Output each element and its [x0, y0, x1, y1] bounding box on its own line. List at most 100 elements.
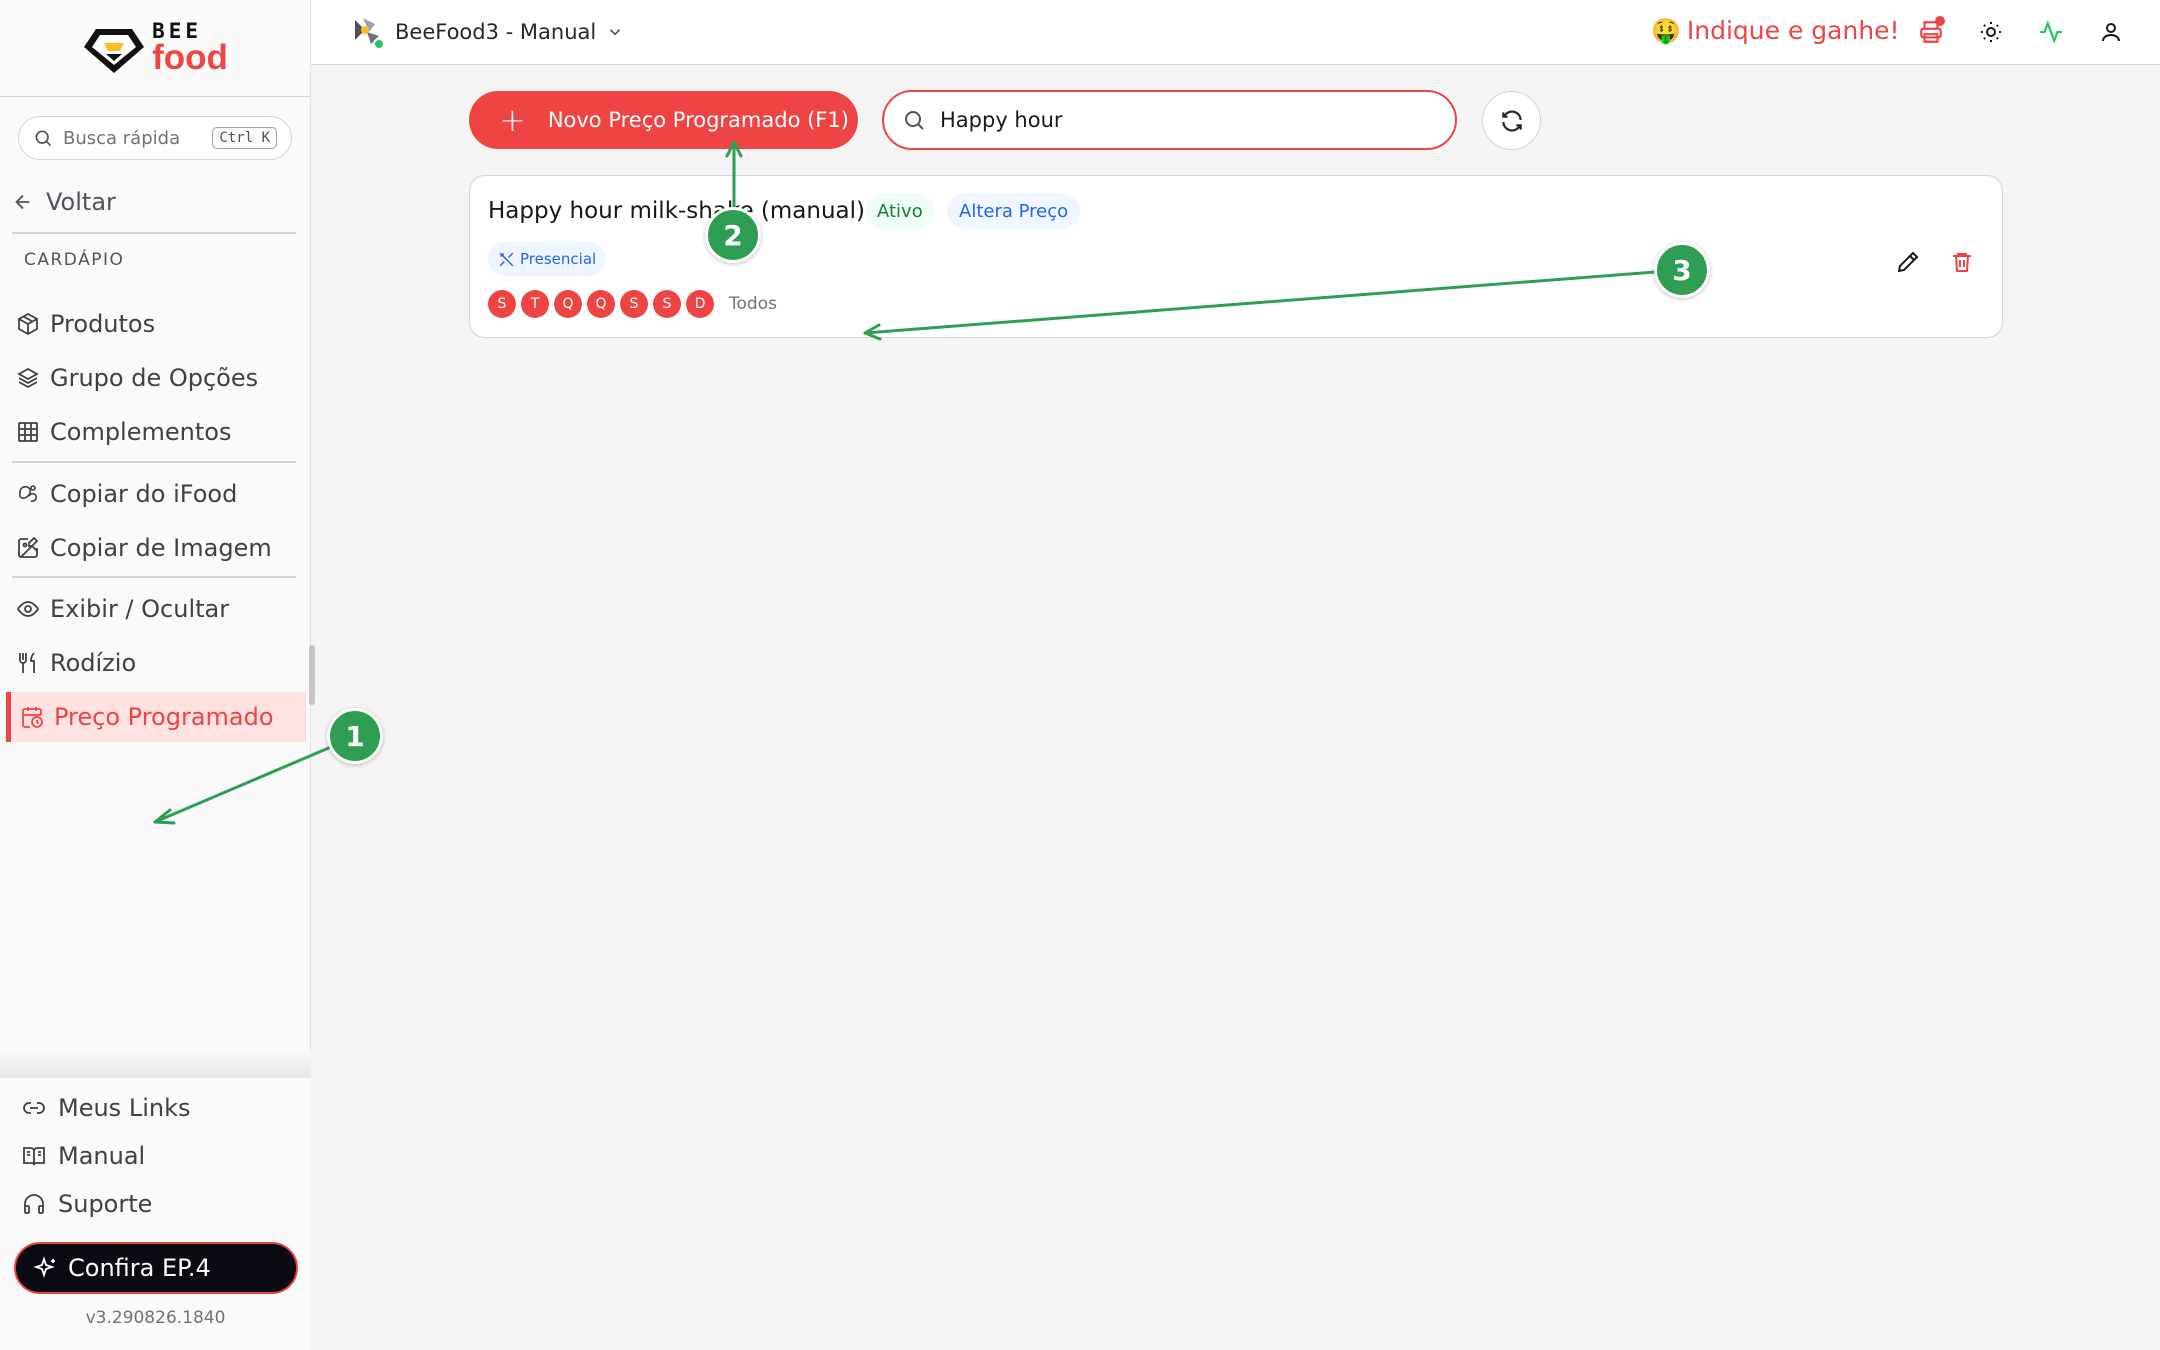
sidebar-item-label: Rodízio	[50, 649, 137, 677]
search-bar[interactable]	[882, 90, 1457, 150]
ifood-icon	[19, 485, 37, 502]
sidebar-item-rodizio[interactable]: Rodízio	[6, 638, 306, 688]
sidebar-item-manual[interactable]: Manual	[22, 1142, 145, 1170]
weekday-chip: S	[653, 290, 681, 318]
sidebar-item-complementos[interactable]: Complementos	[6, 407, 306, 457]
sidebar-item-preco-programado[interactable]: Preço Programado	[6, 692, 306, 742]
eye-icon	[16, 601, 40, 617]
weekday-chip: S	[488, 290, 516, 318]
user-button[interactable]	[2095, 16, 2127, 48]
arrow-left-icon	[15, 194, 30, 210]
referral-label: Indique e ganhe!	[1686, 16, 1900, 45]
sidebar-item-grupo-opcoes[interactable]: Grupo de Opções	[6, 353, 306, 403]
channel-tag: Presencial	[488, 242, 607, 276]
quick-search[interactable]: Busca rápida Ctrl K	[18, 116, 292, 160]
bee-logo-icon	[84, 29, 145, 73]
sidebar-scrollbar[interactable]	[309, 645, 315, 705]
new-button-label: Novo Preço Programado (F1)	[547, 108, 849, 132]
sidebar-item-label: Manual	[58, 1142, 146, 1170]
bottom-fade	[0, 1050, 311, 1080]
shortcut-badge: Ctrl K	[212, 127, 277, 149]
promo-button-label: Confira EP.4	[68, 1254, 211, 1282]
beefood-logo[interactable]: BEE food	[82, 21, 228, 75]
store-avatar	[349, 14, 385, 50]
sidebar-item-meus-links[interactable]: Meus Links	[22, 1094, 190, 1122]
printer-button[interactable]	[1915, 16, 1947, 48]
sidebar-item-label: Copiar do iFood	[50, 480, 238, 508]
search-input[interactable]	[940, 108, 1420, 132]
divider	[12, 461, 296, 463]
sidebar-item-produtos[interactable]: Produtos	[6, 299, 306, 349]
sidebar-item-label: Meus Links	[58, 1094, 191, 1122]
type-badge: Altera Preço	[947, 193, 1081, 229]
sidebar-item-label: Produtos	[50, 310, 156, 338]
user-icon	[2102, 23, 2120, 42]
weekday-chip: Q	[587, 290, 615, 318]
section-label: CARDÁPIO	[24, 250, 125, 270]
plus-icon: +	[499, 101, 526, 139]
back-label: Voltar	[46, 188, 116, 216]
sidebar-item-label: Preço Programado	[54, 703, 274, 731]
edit-button[interactable]	[1890, 244, 1926, 280]
image-edit-icon	[18, 536, 39, 558]
layers-icon	[17, 367, 39, 389]
sidebar: BEE food Busca rápida Ctrl K Voltar CARD…	[0, 0, 315, 1350]
activity-button[interactable]	[2035, 16, 2067, 48]
topbar: BeeFood3 - Manual 🤑 Indique e ganhe!	[311, 0, 2160, 65]
headset-icon	[24, 1194, 44, 1214]
divider	[12, 232, 296, 234]
sidebar-item-suporte[interactable]: Suporte	[22, 1190, 152, 1218]
weekday-chip: S	[620, 290, 648, 318]
sparkles-icon	[34, 1256, 55, 1278]
card-title: Happy hour milk-shake (manual)	[488, 198, 866, 224]
weekday-chip: D	[686, 290, 714, 318]
sidebar-item-exibir-ocultar[interactable]: Exibir / Ocultar	[6, 584, 306, 634]
quick-search-placeholder: Busca rápida	[63, 127, 181, 149]
days-summary: Todos	[729, 294, 777, 314]
annotation-marker-3: 3	[1654, 242, 1710, 298]
annotation-marker-1: 1	[327, 708, 383, 764]
theme-toggle-button[interactable]	[1975, 16, 2007, 48]
sidebar-item-label: Suporte	[58, 1190, 153, 1218]
sidebar-item-copiar-ifood[interactable]: Copiar do iFood	[6, 469, 306, 519]
back-link[interactable]: Voltar	[12, 188, 116, 216]
referral-link[interactable]: 🤑 Indique e ganhe!	[1651, 16, 1900, 45]
chevron-down-icon	[610, 29, 621, 36]
weekday-chip: T	[521, 290, 549, 318]
store-name: BeeFood3 - Manual	[395, 20, 597, 44]
sidebar-item-copiar-imagem[interactable]: Copiar de Imagem	[6, 523, 306, 573]
sun-icon	[1981, 22, 2001, 42]
weekday-chip: Q	[554, 290, 582, 318]
weekday-list: S T Q Q S S D Todos	[488, 290, 777, 318]
search-icon	[35, 130, 52, 147]
notification-dot	[1935, 16, 1945, 26]
divider	[12, 576, 296, 578]
refresh-button[interactable]	[1482, 91, 1541, 150]
pencil-icon	[1897, 251, 1919, 273]
activity-icon	[2040, 20, 2062, 44]
store-selector[interactable]: BeeFood3 - Manual	[349, 14, 624, 50]
link-icon	[23, 1102, 45, 1114]
utensils-crossed-icon	[499, 252, 514, 266]
version-label: v3.290826.1840	[85, 1308, 226, 1328]
sidebar-item-label: Copiar de Imagem	[50, 534, 272, 562]
book-icon	[23, 1147, 45, 1166]
sidebar-item-label: Complementos	[50, 418, 232, 446]
grid-icon	[18, 422, 38, 442]
scheduled-price-card[interactable]: Happy hour milk-shake (manual) Ativo Alt…	[469, 175, 2003, 338]
logo-area: BEE food	[0, 0, 310, 97]
channel-tag-label: Presencial	[520, 250, 597, 268]
trash-icon	[1953, 253, 1971, 272]
new-scheduled-price-button[interactable]: + Novo Preço Programado (F1)	[469, 91, 858, 149]
money-face-icon: 🤑	[1651, 16, 1681, 45]
promo-button[interactable]: Confira EP.4	[14, 1242, 298, 1294]
logo-word-food: food	[152, 38, 228, 77]
online-status-dot	[373, 38, 385, 50]
search-icon	[905, 111, 924, 130]
box-icon	[18, 312, 38, 336]
sidebar-item-label: Grupo de Opções	[50, 364, 259, 392]
calendar-clock-icon	[22, 707, 43, 728]
refresh-icon	[1501, 109, 1522, 132]
annotation-marker-2: 2	[705, 207, 761, 263]
delete-button[interactable]	[1944, 244, 1980, 280]
